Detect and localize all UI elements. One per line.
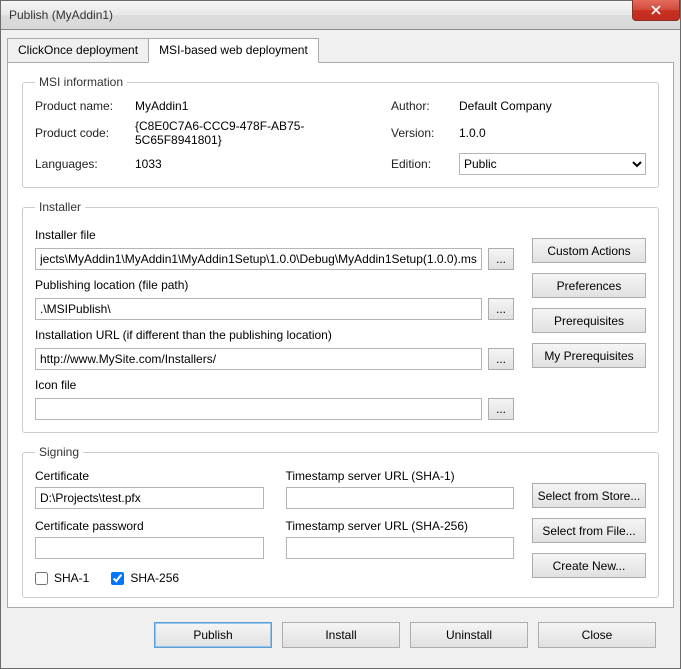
publishing-location-browse[interactable]: ... [488,298,514,320]
signing-right: Select from Store... Select from File...… [532,469,646,585]
installation-url-browse[interactable]: ... [488,348,514,370]
tab-msi[interactable]: MSI-based web deployment [148,38,319,63]
icon-file-label: Icon file [35,378,514,392]
author-label: Author: [391,99,451,113]
installer-file-browse[interactable]: ... [488,248,514,270]
installer-right: Custom Actions Preferences Prerequisites… [532,224,646,420]
sha-row: SHA-1 SHA-256 [35,571,514,585]
installation-url-input[interactable] [35,348,482,370]
sha1-checkbox-label[interactable]: SHA-1 [35,571,89,585]
my-prerequisites-button[interactable]: My Prerequisites [532,343,646,368]
client-area: ClickOnce deployment MSI-based web deplo… [1,30,680,668]
sha256-checkbox-label[interactable]: SHA-256 [111,571,179,585]
select-from-store-button[interactable]: Select from Store... [532,483,646,508]
product-code-label: Product code: [35,126,127,140]
sha256-checkbox[interactable] [111,572,124,585]
publish-window: Publish (MyAddin1) ClickOnce deployment … [0,0,681,669]
installer-file-label: Installer file [35,228,514,242]
tab-strip: ClickOnce deployment MSI-based web deplo… [7,38,674,63]
msi-info-grid: Product name: MyAddin1 Author: Default C… [35,99,646,175]
installer-group: Installer Installer file ... Publishing … [22,200,659,433]
tab-panel-msi: MSI information Product name: MyAddin1 A… [7,62,674,608]
tab-clickonce[interactable]: ClickOnce deployment [7,38,149,63]
certificate-password-label: Certificate password [35,519,264,533]
version-value: 1.0.0 [459,126,646,140]
signing-group: Signing Certificate Timestamp server URL… [22,445,659,598]
sha1-checkbox[interactable] [35,572,48,585]
publishing-location-label: Publishing location (file path) [35,278,514,292]
create-new-button[interactable]: Create New... [532,553,646,578]
msi-info-group: MSI information Product name: MyAddin1 A… [22,75,659,188]
certificate-input[interactable] [35,487,264,509]
install-button[interactable]: Install [282,622,400,648]
signing-left: Certificate Timestamp server URL (SHA-1)… [35,469,514,585]
publishing-location-input[interactable] [35,298,482,320]
signing-legend: Signing [35,445,83,459]
timestamp-sha1-label: Timestamp server URL (SHA-1) [286,469,515,483]
prerequisites-button[interactable]: Prerequisites [532,308,646,333]
titlebar: Publish (MyAddin1) [1,1,680,30]
timestamp-sha1-input[interactable] [286,487,515,509]
installer-file-input[interactable] [35,248,482,270]
author-value: Default Company [459,99,646,113]
timestamp-sha256-label: Timestamp server URL (SHA-256) [286,519,515,533]
languages-label: Languages: [35,157,127,171]
close-button[interactable]: Close [538,622,656,648]
product-code-value: {C8E0C7A6-CCC9-478F-AB75-5C65F8941801} [135,119,383,147]
edition-cell: Public [459,153,646,175]
edition-label: Edition: [391,157,451,171]
version-label: Version: [391,126,451,140]
icon-file-input[interactable] [35,398,482,420]
bottom-buttons: Publish Install Uninstall Close [7,608,674,648]
preferences-button[interactable]: Preferences [532,273,646,298]
close-window-button[interactable] [632,0,680,21]
product-name-label: Product name: [35,99,127,113]
uninstall-button[interactable]: Uninstall [410,622,528,648]
product-name-value: MyAddin1 [135,99,383,113]
icon-file-browse[interactable]: ... [488,398,514,420]
certificate-password-input[interactable] [35,537,264,559]
certificate-label: Certificate [35,469,264,483]
close-icon [651,5,661,15]
installer-legend: Installer [35,200,85,214]
installation-url-label: Installation URL (if different than the … [35,328,514,342]
window-title: Publish (MyAddin1) [9,8,113,22]
custom-actions-button[interactable]: Custom Actions [532,238,646,263]
timestamp-sha256-input[interactable] [286,537,515,559]
select-from-file-button[interactable]: Select from File... [532,518,646,543]
publish-button[interactable]: Publish [154,622,272,648]
edition-select[interactable]: Public [459,153,646,175]
languages-value: 1033 [135,157,383,171]
installer-left: Installer file ... Publishing location (… [35,224,514,420]
msi-info-legend: MSI information [35,75,127,89]
